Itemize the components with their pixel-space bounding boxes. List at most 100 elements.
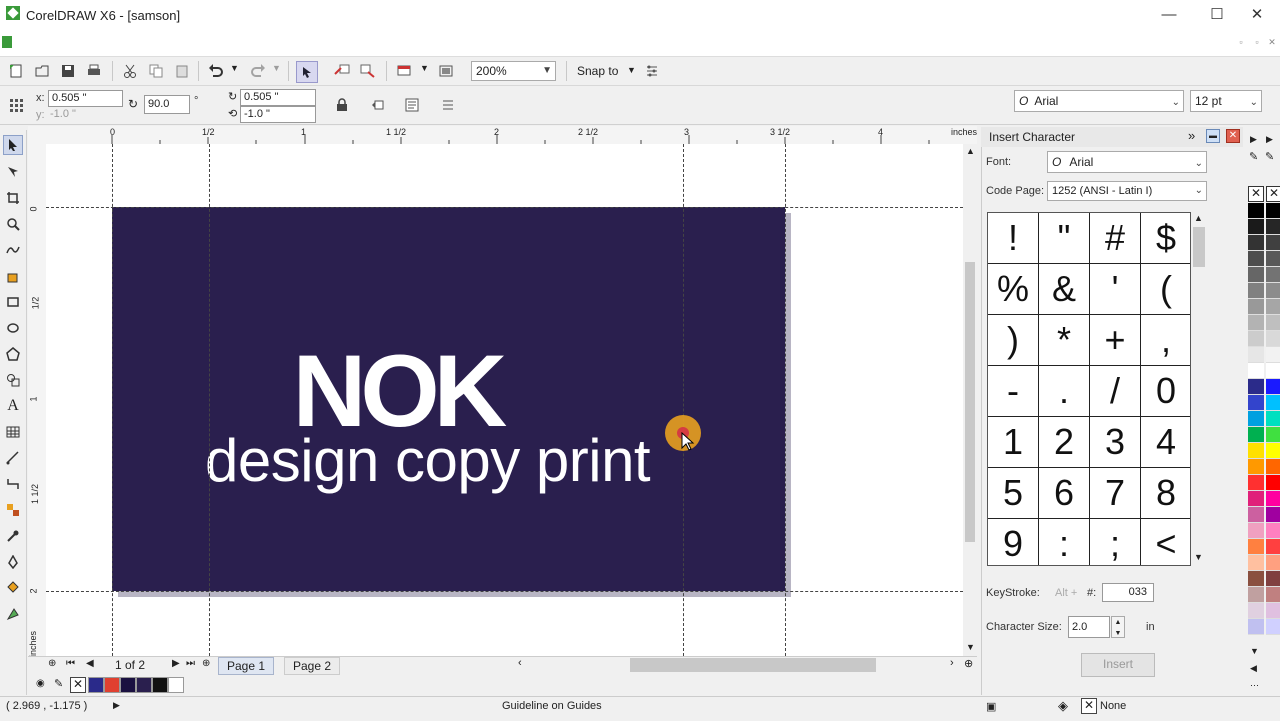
document-color-swatch[interactable]	[168, 677, 184, 693]
vertical-ruler[interactable]: 0 1/2 1 1 1/2 2 inches	[28, 144, 47, 656]
palette-color-swatch[interactable]	[1266, 507, 1280, 523]
palette-color-swatch[interactable]	[1266, 331, 1280, 347]
palette-color-swatch[interactable]	[1266, 539, 1280, 555]
lock-icon[interactable]	[332, 95, 352, 115]
snap-to-dropdown-icon[interactable]: ▼	[627, 65, 636, 75]
no-color-swatch[interactable]: ✕	[70, 677, 86, 693]
palette-color-swatch[interactable]	[1248, 459, 1264, 475]
guideline-y-input[interactable]: -1.0 "	[240, 106, 316, 123]
freehand-tool-icon[interactable]	[3, 240, 23, 260]
font-list-select[interactable]: O Arial ⌄	[1014, 90, 1184, 112]
toolbar-options-icon[interactable]	[438, 95, 458, 115]
export-icon[interactable]	[358, 61, 378, 81]
character-size-stepper[interactable]: ▲ ▼	[1111, 616, 1125, 638]
code-page-select[interactable]: 1252 (ANSI - Latin I) ⌄	[1047, 181, 1207, 201]
docker-font-select[interactable]: O Arial ⌄	[1047, 151, 1207, 173]
publish-dropdown-icon[interactable]: ▼	[420, 63, 429, 73]
palette-color-swatch[interactable]	[1248, 235, 1264, 251]
font-size-select[interactable]: 12 pt ⌄	[1190, 90, 1262, 112]
palette-color-swatch[interactable]	[1266, 315, 1280, 331]
print-icon[interactable]	[84, 61, 104, 81]
palette-color-swatch[interactable]	[1266, 411, 1280, 427]
palette-color-swatch[interactable]	[1248, 299, 1264, 315]
document-info-icon[interactable]: ▣	[986, 700, 996, 713]
palette-color-swatch[interactable]	[1266, 251, 1280, 267]
fill-status-icon[interactable]: ◈	[1058, 698, 1068, 714]
no-fill-swatch[interactable]: ✕	[1266, 186, 1280, 202]
character-cell[interactable]: :	[1039, 519, 1089, 565]
y-position-input[interactable]: -1.0 "	[50, 108, 76, 120]
status-expand-icon[interactable]: ▶	[113, 700, 120, 711]
cut-icon[interactable]	[120, 61, 140, 81]
table-tool-icon[interactable]	[3, 422, 23, 442]
doc-close-button[interactable]: ✕	[1266, 36, 1278, 48]
character-cell[interactable]: 5	[988, 468, 1038, 518]
palette-eyedropper-icon[interactable]: ✎	[1265, 150, 1274, 163]
docker-close-button[interactable]: ✕	[1226, 129, 1240, 143]
palette-color-swatch[interactable]	[1266, 283, 1280, 299]
shape-tool-icon[interactable]	[3, 162, 23, 182]
character-cell[interactable]: !	[988, 213, 1038, 263]
character-cell[interactable]: 7	[1090, 468, 1140, 518]
character-cell[interactable]: )	[988, 315, 1038, 365]
palette-color-swatch[interactable]	[1248, 411, 1264, 427]
palette-color-swatch[interactable]	[1266, 427, 1280, 443]
palette-color-swatch[interactable]	[1266, 203, 1280, 219]
palette-color-swatch[interactable]	[1248, 619, 1264, 635]
palette-color-swatch[interactable]	[1266, 523, 1280, 539]
interactive-fill-tool-icon[interactable]	[3, 604, 23, 624]
scroll-right-icon[interactable]: ›	[950, 657, 954, 669]
palette-color-swatch[interactable]	[1266, 619, 1280, 635]
save-icon[interactable]	[58, 61, 78, 81]
insert-button[interactable]: Insert	[1081, 653, 1155, 677]
docker-expand-icon[interactable]: »	[1188, 128, 1195, 143]
guideline-vertical[interactable]	[112, 144, 113, 656]
redo-icon[interactable]	[248, 61, 268, 81]
zoom-level-select[interactable]: 200% ▼	[471, 61, 556, 81]
character-cell[interactable]: 3	[1090, 417, 1140, 467]
guideline-vertical[interactable]	[209, 144, 210, 656]
palette-color-swatch[interactable]	[1266, 555, 1280, 571]
zoom-tool-icon[interactable]	[3, 214, 23, 234]
document-color-swatch[interactable]	[104, 677, 120, 693]
palette-color-swatch[interactable]	[1266, 443, 1280, 459]
dimension-tool-icon[interactable]	[3, 448, 23, 468]
smart-fill-tool-icon[interactable]	[3, 266, 23, 286]
palette-color-swatch[interactable]	[1248, 219, 1264, 235]
import-icon[interactable]	[332, 61, 352, 81]
palette-color-swatch[interactable]	[1266, 587, 1280, 603]
palette-expand-icon[interactable]: ⋯	[1250, 680, 1259, 691]
palette-eyedropper-icon[interactable]: ✎	[1249, 150, 1258, 163]
to-front-icon[interactable]	[368, 95, 388, 115]
crop-tool-icon[interactable]	[3, 188, 23, 208]
character-size-input[interactable]: 2.0	[1068, 616, 1110, 638]
character-cell[interactable]: &	[1039, 264, 1089, 314]
scroll-up-icon[interactable]: ▲	[966, 146, 975, 156]
no-outline-swatch[interactable]: ✕	[1081, 698, 1097, 714]
palette-scroll-up-icon[interactable]: ▶	[1250, 134, 1257, 145]
outline-pen-tool-icon[interactable]	[3, 552, 23, 572]
snap-to-button[interactable]: Snap to	[577, 64, 618, 78]
palette-color-swatch[interactable]	[1248, 571, 1264, 587]
character-cell[interactable]: 8	[1141, 468, 1190, 518]
x-position-input[interactable]: 0.505 "	[48, 90, 123, 107]
next-page-icon[interactable]: ▶	[172, 658, 180, 669]
character-cell[interactable]: -	[988, 366, 1038, 416]
guideline-horizontal[interactable]	[46, 591, 963, 592]
palette-menu-icon[interactable]: ◉	[36, 678, 45, 689]
palette-color-swatch[interactable]	[1248, 315, 1264, 331]
document-color-swatch[interactable]	[120, 677, 136, 693]
object-origin-icon[interactable]	[6, 95, 26, 115]
character-cell[interactable]: .	[1039, 366, 1089, 416]
palette-color-swatch[interactable]	[1266, 491, 1280, 507]
fill-tool-icon[interactable]	[3, 578, 23, 598]
character-cell[interactable]: 9	[988, 519, 1038, 565]
options-icon[interactable]	[642, 61, 662, 81]
character-grid[interactable]: ! " # $% & '() * +, -./0 1 2 3 4 5 6 7 8 9:; <	[987, 212, 1191, 566]
redo-dropdown-icon[interactable]: ▼	[272, 63, 281, 73]
palette-color-swatch[interactable]	[1248, 331, 1264, 347]
add-page-after-icon[interactable]: ⊕	[202, 658, 210, 669]
character-cell[interactable]: ,	[1141, 315, 1190, 365]
first-page-icon[interactable]: ⏮	[66, 658, 75, 669]
publish-pdf-icon[interactable]	[394, 61, 414, 81]
